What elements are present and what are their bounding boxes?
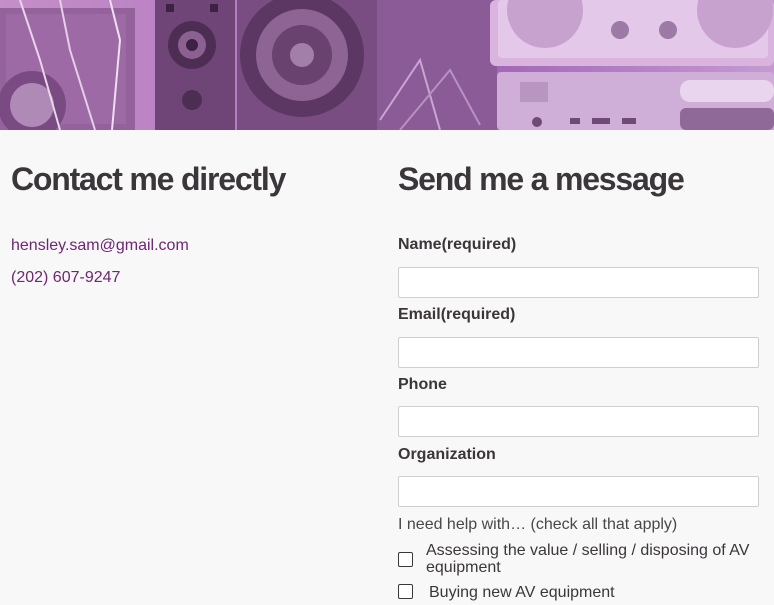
phone-link[interactable]: (202) 607-9247 — [11, 268, 120, 288]
assessing-checkbox[interactable] — [398, 552, 413, 567]
buying-option-label: Buying new AV equipment — [429, 584, 615, 601]
organization-label: Organization — [398, 446, 496, 463]
audio-equipment-illustration — [0, 0, 774, 130]
phone-field[interactable] — [398, 406, 759, 437]
option-buying[interactable]: Buying new AV equipment — [398, 584, 761, 604]
help-prompt: I need help with… (check all that apply) — [398, 516, 678, 533]
email-label: Email(required) — [398, 306, 516, 323]
organization-field[interactable] — [398, 476, 759, 507]
hero-banner-image — [0, 0, 774, 130]
buying-checkbox[interactable] — [398, 584, 413, 599]
option-assessing[interactable]: Assessing the value / selling / disposin… — [398, 542, 761, 578]
contact-section: Contact me directly hensley.sam@gmail.co… — [11, 160, 371, 286]
email-field[interactable] — [398, 337, 759, 368]
form-heading: Send me a message — [398, 161, 685, 197]
name-field[interactable] — [398, 267, 759, 298]
email-link[interactable]: hensley.sam@gmail.com — [11, 236, 189, 256]
assessing-option-label: Assessing the value / selling / disposin… — [426, 542, 750, 576]
contact-heading: Contact me directly — [11, 161, 286, 197]
message-form: Send me a message Name(required) Email(r… — [398, 160, 761, 601]
phone-label: Phone — [398, 376, 447, 393]
name-label: Name(required) — [398, 236, 517, 253]
